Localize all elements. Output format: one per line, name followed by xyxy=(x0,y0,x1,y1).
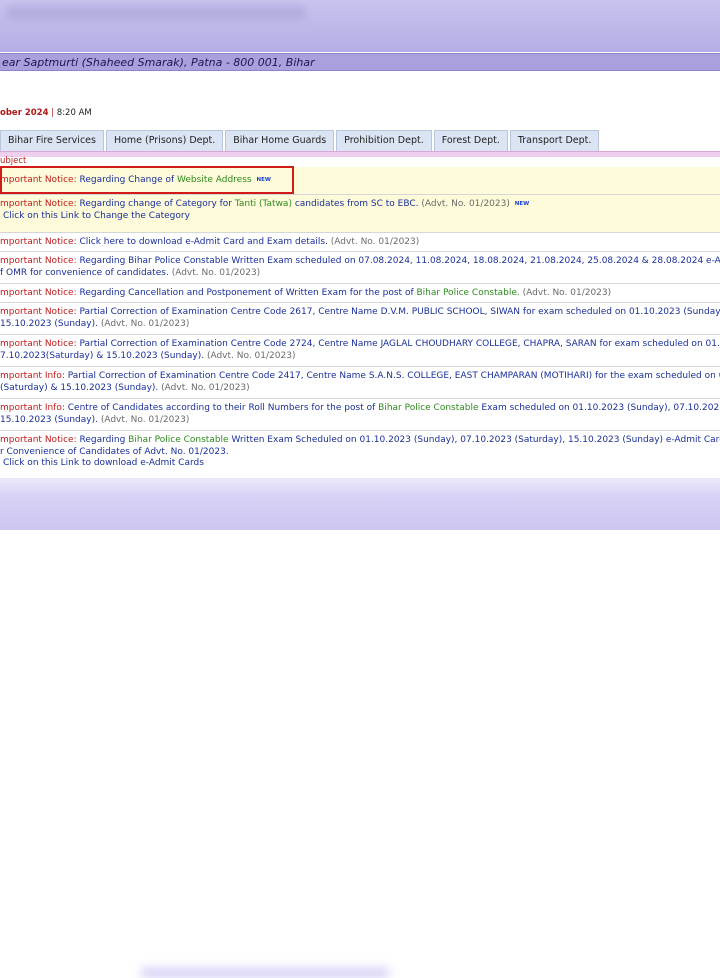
notice-website-address[interactable]: mportant Notice: Regarding Change of Web… xyxy=(0,167,720,195)
notice-label: mportant Notice: xyxy=(0,237,77,247)
notice-highlight-text[interactable]: Bihar Police Constable. xyxy=(417,288,520,298)
notice-label: mportant Notice: xyxy=(0,256,77,266)
advt-number: (Advt. No. 01/2023) xyxy=(523,288,612,298)
blurred-header-text xyxy=(6,6,306,20)
notice-link-cont[interactable]: Written Exam Scheduled on 01.10.2023 (Su… xyxy=(231,435,720,445)
notice-label: mportant Notice: xyxy=(0,175,77,185)
notice-link[interactable]: Regarding xyxy=(80,435,126,445)
notice-link-line2[interactable]: 15.10.2023 (Sunday). xyxy=(0,319,98,329)
notice-link-line2[interactable]: 7.10.2023(Saturday) & 15.10.2023 (Sunday… xyxy=(0,351,204,361)
notice-centre-2417[interactable]: mportant Info: Partial Correction of Exa… xyxy=(0,367,720,399)
notice-link[interactable]: Regarding Bihar Police Constable Written… xyxy=(80,256,720,266)
notice-link-line2[interactable]: f OMR for convenience of candidates. xyxy=(0,268,169,278)
notice-centre-2724[interactable]: mportant Notice: Partial Correction of E… xyxy=(0,335,720,367)
notice-highlight-text[interactable]: Bihar Police Constable xyxy=(378,403,478,413)
advt-number: (Advt. No. 01/2023) xyxy=(207,351,296,361)
advt-number: (Advt. No. 01/2023) xyxy=(421,199,510,209)
notice-label: mportant Info: xyxy=(0,371,65,381)
notice-label: mportant Notice: xyxy=(0,307,77,317)
current-time: 8:20 AM xyxy=(57,108,92,118)
notice-list: mportant Notice: Regarding Change of Web… xyxy=(0,167,720,477)
notice-link-line2[interactable]: (Saturday) & 15.10.2023 (Sunday). xyxy=(0,383,158,393)
download-admit-cards-link[interactable]: Click on this Link to download e-Admit C… xyxy=(3,458,204,468)
date-time-bar: ober 2024 | 8:20 AM xyxy=(0,108,92,118)
notice-category-change[interactable]: mportant Notice: Regarding change of Cat… xyxy=(0,195,720,233)
notice-highlight-text[interactable]: Tanti (Tatwa) xyxy=(235,199,292,209)
notice-link[interactable]: Regarding Cancellation and Postponement … xyxy=(80,288,414,298)
new-badge: NEW xyxy=(515,201,529,207)
tab-forest-dept[interactable]: Forest Dept. xyxy=(434,130,508,151)
notice-label: mportant Info: xyxy=(0,403,65,413)
tab-bihar-fire-services[interactable]: Bihar Fire Services xyxy=(0,130,104,151)
change-category-link[interactable]: Click on this Link to Change the Categor… xyxy=(3,211,190,221)
notice-label: mportant Notice: xyxy=(0,288,77,298)
subject-column-header: ubject xyxy=(0,156,26,166)
tab-transport-dept[interactable]: Transport Dept. xyxy=(510,130,600,151)
notice-link[interactable]: Partial Correction of Examination Centre… xyxy=(68,371,720,381)
notice-label: mportant Notice: xyxy=(0,435,77,445)
date-separator: | xyxy=(51,108,54,118)
notice-link-cont[interactable]: Exam scheduled on 01.10.2023 (Sunday), 0… xyxy=(481,403,720,413)
browser-top-band xyxy=(0,0,720,52)
notice-link-line2[interactable]: 15.10.2023 (Sunday). xyxy=(0,415,98,425)
department-tabs: Bihar Fire Services Home (Prisons) Dept.… xyxy=(0,130,601,151)
notice-link-line2[interactable]: r Convenience of Candidates of Advt. No.… xyxy=(0,447,229,457)
notice-link[interactable]: Click here to download e-Admit Card and … xyxy=(80,237,328,247)
notice-link[interactable]: Partial Correction of Examination Centre… xyxy=(80,307,720,317)
advt-number: (Advt. No. 01/2023) xyxy=(172,268,261,278)
notice-label: mportant Notice: xyxy=(0,339,77,349)
tab-bihar-home-guards[interactable]: Bihar Home Guards xyxy=(225,130,334,151)
blurred-footer-text xyxy=(140,968,390,978)
notice-link[interactable]: Centre of Candidates according to their … xyxy=(68,403,376,413)
notice-link[interactable]: Regarding Change of xyxy=(80,175,175,185)
notice-highlight-text[interactable]: Bihar Police Constable xyxy=(128,435,228,445)
advt-number: (Advt. No. 01/2023) xyxy=(161,383,250,393)
notice-link[interactable]: Partial Correction of Examination Centre… xyxy=(80,339,720,349)
notice-link-cont[interactable]: candidates from SC to EBC. xyxy=(295,199,419,209)
tab-underline xyxy=(0,151,720,157)
site-address-bar: ear Saptmurti (Shaheed Smarak), Patna - … xyxy=(0,53,720,71)
notice-admit-card[interactable]: mportant Notice: Click here to download … xyxy=(0,233,720,252)
notice-cancellation[interactable]: mportant Notice: Regarding Cancellation … xyxy=(0,284,720,303)
notice-centre-2617[interactable]: mportant Notice: Partial Correction of E… xyxy=(0,303,720,335)
current-date: ober 2024 xyxy=(0,108,49,118)
tab-home-prisons-dept[interactable]: Home (Prisons) Dept. xyxy=(106,130,223,151)
tab-prohibition-dept[interactable]: Prohibition Dept. xyxy=(336,130,432,151)
notice-label: mportant Notice: xyxy=(0,199,77,209)
advt-number: (Advt. No. 01/2023) xyxy=(101,415,190,425)
notice-e-admit-download[interactable]: mportant Notice: Regarding Bihar Police … xyxy=(0,431,720,477)
notice-link[interactable]: Regarding change of Category for xyxy=(80,199,233,209)
advt-number: (Advt. No. 01/2023) xyxy=(331,237,420,247)
new-badge: NEW xyxy=(256,177,270,183)
advt-number: (Advt. No. 01/2023) xyxy=(101,319,190,329)
notice-roll-number-centre[interactable]: mportant Info: Centre of Candidates acco… xyxy=(0,399,720,431)
notice-omr-written-exam[interactable]: mportant Notice: Regarding Bihar Police … xyxy=(0,252,720,284)
bottom-fade-overlay xyxy=(0,478,720,530)
notice-highlight-text[interactable]: Website Address xyxy=(177,175,252,185)
